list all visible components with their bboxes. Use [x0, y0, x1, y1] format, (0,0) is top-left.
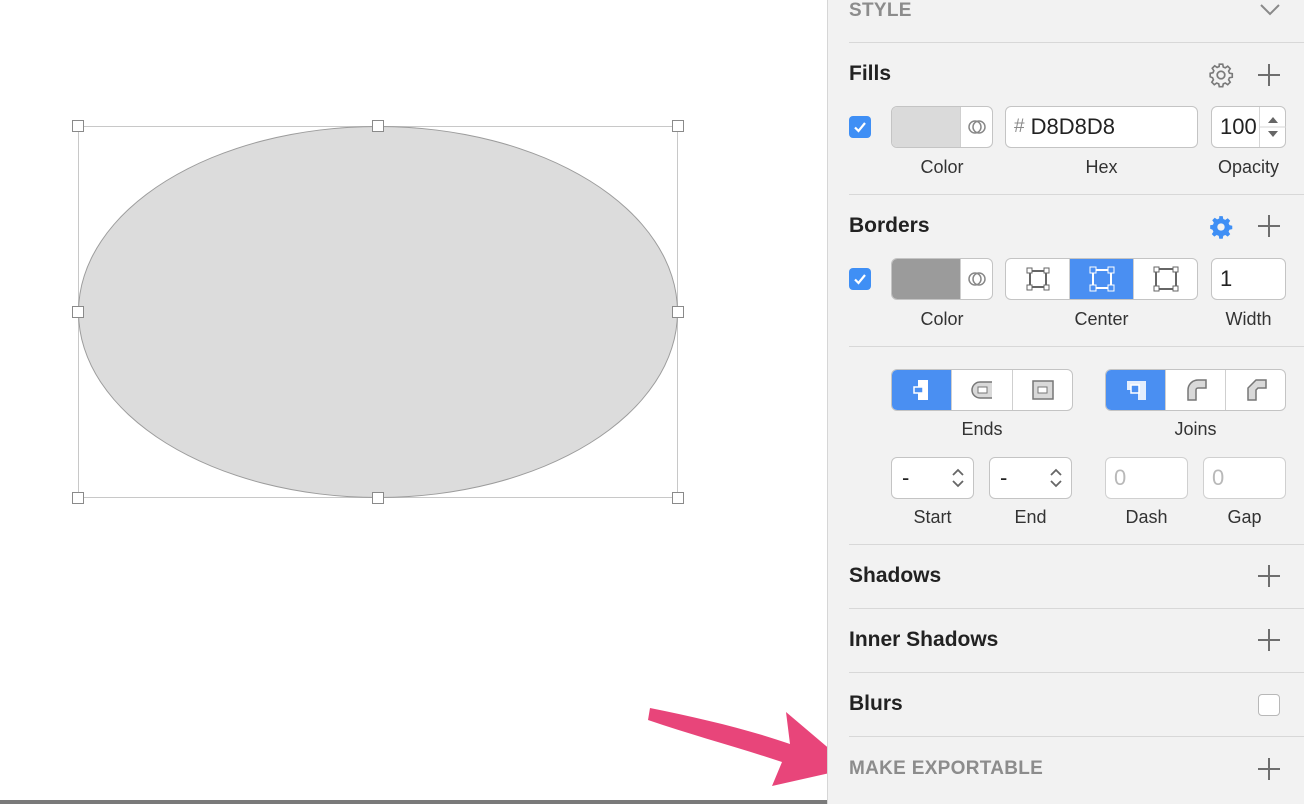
resize-handle-top-left[interactable]	[72, 120, 84, 132]
dash-input[interactable]: 0	[1105, 457, 1188, 499]
fills-title: Fills	[849, 62, 892, 85]
fill-color-label: Color	[920, 157, 964, 177]
style-header: STYLE	[849, 0, 912, 21]
color-variable-icon[interactable]	[960, 107, 992, 147]
add-border-button[interactable]	[1258, 215, 1280, 237]
resize-handle-right[interactable]	[672, 306, 684, 318]
checkmark-icon	[854, 122, 866, 133]
end-label: End	[1014, 507, 1047, 527]
opacity-value: 100	[1220, 114, 1257, 139]
gap-label: Gap	[1227, 507, 1262, 527]
resize-handle-top-right[interactable]	[672, 120, 684, 132]
join-bevel-option[interactable]	[1226, 370, 1285, 410]
divider	[849, 608, 1304, 609]
end-round-option[interactable]	[952, 370, 1013, 410]
hex-label: Hex	[1085, 157, 1118, 177]
add-inner-shadow-button[interactable]	[1258, 629, 1280, 651]
blur-enabled-checkbox[interactable]	[1258, 694, 1280, 716]
hex-input[interactable]: # D8D8D8	[1005, 106, 1198, 148]
fill-color-swatch[interactable]	[892, 107, 960, 147]
end-arrow-value: -	[1000, 465, 1008, 490]
gap-input[interactable]: 0	[1203, 457, 1286, 499]
resize-handle-top[interactable]	[372, 120, 384, 132]
border-color-well[interactable]	[891, 258, 993, 300]
resize-handle-bottom-left[interactable]	[72, 492, 84, 504]
blurs-title: Blurs	[849, 692, 903, 715]
divider	[849, 736, 1304, 737]
end-arrow-select[interactable]: -	[989, 457, 1072, 499]
fill-enabled-checkbox[interactable]	[849, 116, 871, 138]
join-round-option[interactable]	[1166, 370, 1226, 410]
hex-value: D8D8D8	[1030, 114, 1115, 139]
dash-label: Dash	[1125, 507, 1168, 527]
shadows-title: Shadows	[849, 564, 942, 587]
checkmark-icon	[854, 274, 866, 285]
dash-value: 0	[1114, 465, 1127, 490]
chevron-down-icon[interactable]	[1259, 3, 1281, 17]
resize-handle-bottom-right[interactable]	[672, 492, 684, 504]
inner-shadows-title: Inner Shadows	[849, 628, 999, 651]
add-shadow-button[interactable]	[1258, 565, 1280, 587]
divider	[849, 672, 1304, 673]
border-color-label: Color	[920, 309, 964, 329]
inspector-panel: STYLE Fills # D8D8D8 100 Color Hex Opaci…	[827, 0, 1304, 804]
color-variable-icon[interactable]	[960, 259, 992, 299]
chevron-updown-icon	[1050, 468, 1062, 488]
end-butt-option[interactable]	[892, 370, 953, 410]
border-width-label: Width	[1225, 309, 1272, 329]
start-label: Start	[913, 507, 952, 527]
canvas[interactable]	[0, 0, 827, 804]
border-color-swatch[interactable]	[892, 259, 960, 299]
ends-control[interactable]	[891, 369, 1073, 411]
chevron-updown-icon	[952, 468, 964, 488]
gear-icon[interactable]	[1208, 62, 1234, 88]
hash-label: #	[1014, 116, 1025, 137]
resize-handle-left[interactable]	[72, 306, 84, 318]
divider	[849, 194, 1304, 195]
border-center-option[interactable]	[1070, 259, 1134, 299]
borders-title: Borders	[849, 214, 930, 237]
gap-value: 0	[1212, 465, 1225, 490]
joins-control[interactable]	[1105, 369, 1286, 411]
gear-icon[interactable]	[1208, 214, 1234, 240]
opacity-stepper[interactable]: 100	[1211, 106, 1286, 148]
border-outside-option[interactable]	[1134, 259, 1197, 299]
divider	[849, 42, 1304, 43]
oval-shape[interactable]	[78, 126, 678, 498]
opacity-label: Opacity	[1217, 157, 1280, 177]
border-enabled-checkbox[interactable]	[849, 268, 871, 290]
make-exportable-header: MAKE EXPORTABLE	[849, 758, 1044, 779]
border-width-value: 1	[1220, 266, 1233, 291]
divider	[849, 544, 1304, 545]
border-position-control[interactable]	[1005, 258, 1198, 300]
canvas-bottom-edge	[0, 800, 827, 804]
end-square-option[interactable]	[1013, 370, 1072, 410]
ends-label: Ends	[961, 419, 1003, 439]
divider	[849, 346, 1304, 347]
joins-label: Joins	[1174, 419, 1217, 439]
border-inside-option[interactable]	[1006, 259, 1070, 299]
fill-color-well[interactable]	[891, 106, 993, 148]
join-miter-option[interactable]	[1106, 370, 1166, 410]
start-arrow-value: -	[902, 465, 910, 490]
stepper-arrows[interactable]	[1259, 107, 1286, 147]
add-export-button[interactable]	[1258, 758, 1280, 780]
border-width-input[interactable]: 1	[1211, 258, 1286, 300]
resize-handle-bottom[interactable]	[372, 492, 384, 504]
start-arrow-select[interactable]: -	[891, 457, 974, 499]
add-fill-button[interactable]	[1258, 64, 1280, 86]
border-position-label: Center	[1074, 309, 1129, 329]
